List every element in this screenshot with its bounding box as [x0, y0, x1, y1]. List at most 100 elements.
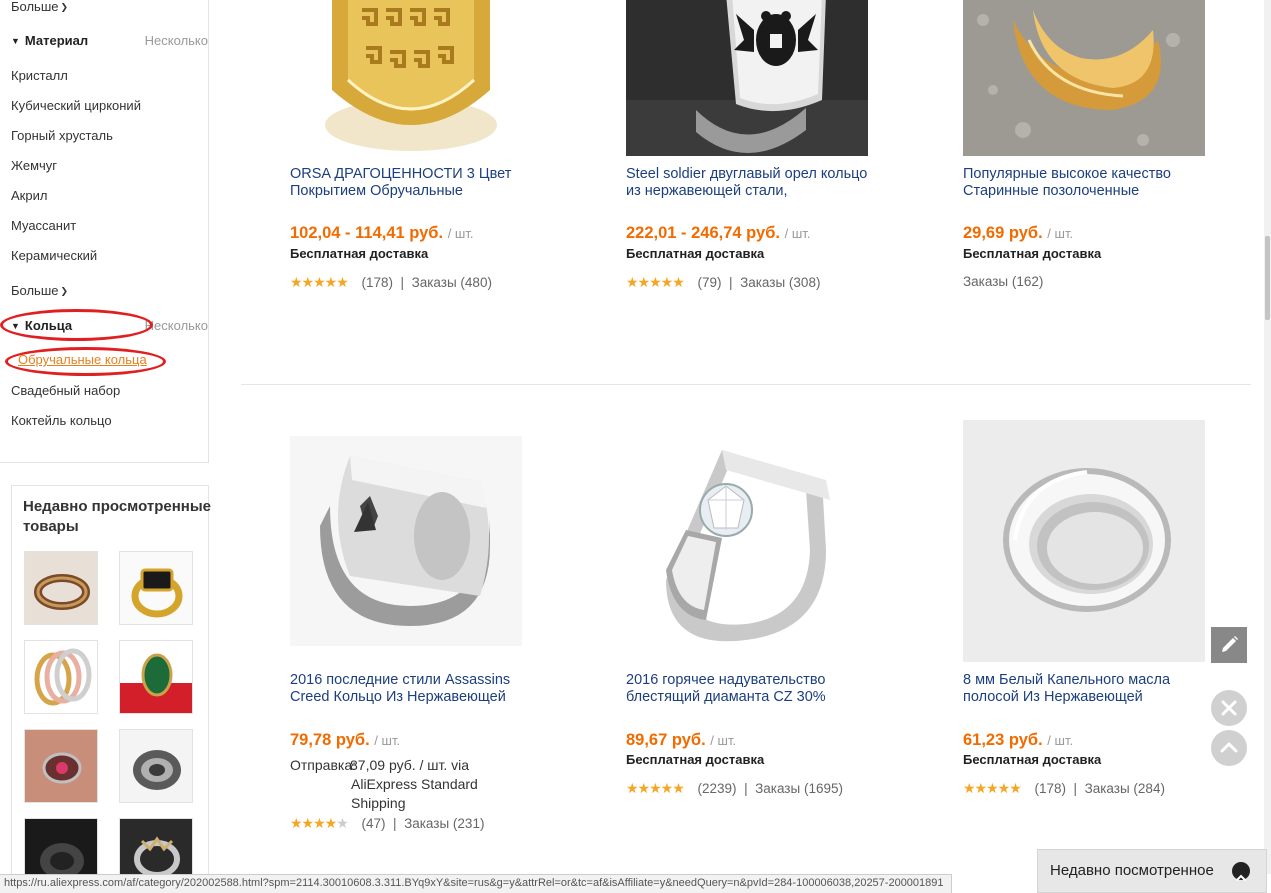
- product-image-4[interactable]: [290, 436, 522, 646]
- product-image-3[interactable]: [963, 0, 1205, 156]
- product-shipping-4: Отправка:87,09 руб. / шт. via: [290, 756, 475, 775]
- recent-thumb-3[interactable]: [24, 640, 98, 714]
- review-count[interactable]: (79): [698, 275, 722, 290]
- status-bar-url: https://ru.aliexpress.com/af/category/20…: [0, 874, 952, 893]
- close-button[interactable]: [1211, 690, 1247, 726]
- triangle-down-icon: ▼: [11, 321, 20, 331]
- product-title-3[interactable]: Популярные высокое качество Старинные по…: [963, 166, 1208, 200]
- product-price-2: 222,01 - 246,74 руб. / шт.: [626, 224, 810, 243]
- price-unit: / шт.: [1047, 733, 1074, 748]
- more-link-top[interactable]: Больше ❯: [11, 0, 68, 14]
- scrollbar-thumb[interactable]: [1265, 236, 1270, 320]
- product-shipping-5: Бесплатная доставка: [626, 752, 765, 767]
- filter-item-moissanite[interactable]: Муассанит: [11, 218, 76, 233]
- rating-stars: ★★★★★: [290, 274, 349, 290]
- filter-item-acrylic[interactable]: Акрил: [11, 188, 47, 203]
- chevron-up-icon: [1220, 742, 1238, 753]
- recent-thumb-6[interactable]: [119, 729, 193, 803]
- price-unit: / шт.: [784, 226, 811, 241]
- product-shipping-2: Бесплатная доставка: [626, 246, 765, 261]
- filter-item-rock-crystal[interactable]: Горный хрусталь: [11, 128, 113, 143]
- filter-item-wedding-rings[interactable]: Обручальные кольца: [18, 352, 147, 367]
- price-unit: / шт.: [374, 733, 401, 748]
- price-unit: / шт.: [1047, 226, 1074, 241]
- more-label: Больше: [11, 283, 59, 298]
- review-count[interactable]: (47): [362, 816, 386, 831]
- product-stats-6: ★★★★★ (178) | Заказы (284): [963, 780, 1165, 796]
- recent-thumb-5[interactable]: [24, 729, 98, 803]
- edit-feedback-button[interactable]: [1211, 627, 1247, 663]
- order-count: Заказы (162): [963, 274, 1044, 289]
- rating-stars: ★★★★★: [626, 274, 685, 290]
- product-title-6[interactable]: 8 мм Белый Капельного масла полосой Из Н…: [963, 672, 1208, 706]
- product-price-4: 79,78 руб. / шт.: [290, 731, 400, 750]
- product-stats-3: Заказы (162): [963, 274, 1043, 289]
- review-count[interactable]: (178): [362, 275, 394, 290]
- product-shipping-1: Бесплатная доставка: [290, 246, 429, 261]
- product-stats-2: ★★★★★ (79) | Заказы (308): [626, 274, 821, 290]
- price-value: 222,01 - 246,74 руб.: [626, 224, 780, 242]
- price-value: 29,69 руб.: [963, 224, 1043, 242]
- product-title-4[interactable]: 2016 последние стили Assassins Creed Кол…: [290, 672, 535, 706]
- order-count: Заказы (480): [411, 275, 492, 290]
- product-image-5[interactable]: [626, 420, 868, 662]
- more-label: Больше: [11, 0, 59, 14]
- filter-item-wedding-set[interactable]: Свадебный набор: [11, 383, 120, 398]
- shipping-cost: 87,09 руб. / шт. via: [350, 757, 470, 773]
- more-link-material[interactable]: Больше ❯: [11, 283, 68, 298]
- filter-group-material[interactable]: ▼ Материал Несколько: [11, 33, 208, 51]
- price-unit: / шт.: [447, 226, 474, 241]
- order-count: Заказы (308): [740, 275, 821, 290]
- back-to-top-button[interactable]: [1211, 730, 1247, 766]
- price-value: 61,23 руб.: [963, 731, 1043, 749]
- product-shipping-6: Бесплатная доставка: [963, 752, 1102, 767]
- product-stats-1: ★★★★★ (178) | Заказы (480): [290, 274, 492, 290]
- close-icon: [1221, 700, 1237, 716]
- page-scrollbar[interactable]: [1264, 0, 1271, 874]
- product-image-6[interactable]: [963, 420, 1205, 662]
- rating-stars: ★★★★★: [290, 815, 349, 831]
- recent-thumb-4[interactable]: [119, 640, 193, 714]
- order-count: Заказы (1695): [755, 781, 843, 796]
- chevron-down-icon: ❯: [60, 286, 69, 296]
- recent-thumb-1[interactable]: [24, 551, 98, 625]
- chevron-down-icon: ❯: [60, 2, 69, 12]
- product-title-5[interactable]: 2016 горячее надувательство блестящий ди…: [626, 672, 871, 706]
- filter-item-cocktail-ring[interactable]: Коктейль кольцо: [11, 413, 112, 428]
- product-stats-5: ★★★★★ (2239) | Заказы (1695): [626, 780, 843, 796]
- order-count: Заказы (284): [1084, 781, 1165, 796]
- filter-item-ceramic[interactable]: Керамический: [11, 248, 97, 263]
- product-price-6: 61,23 руб. / шт.: [963, 731, 1073, 750]
- recent-thumb-2[interactable]: [119, 551, 193, 625]
- product-title-1[interactable]: ORSA ДРАГОЦЕННОСТИ 3 Цвет Покрытием Обру…: [290, 166, 535, 200]
- product-title-2[interactable]: Steel soldier двуглавый орел кольцо из н…: [626, 166, 871, 200]
- filter-group-title: Кольца: [24, 318, 73, 333]
- product-image-1[interactable]: [290, 0, 532, 156]
- chevron-up-circle-icon: [1232, 862, 1250, 881]
- filter-group-title: Материал: [24, 33, 89, 48]
- rating-stars: ★★★★★: [626, 780, 685, 796]
- filter-item-cubic-zirconia[interactable]: Кубический цирконий: [11, 98, 141, 113]
- filter-item-crystal[interactable]: Кристалл: [11, 68, 68, 83]
- filter-group-rings[interactable]: ▼ Кольца Несколько: [11, 318, 208, 336]
- review-count[interactable]: (2239): [698, 781, 737, 796]
- recently-viewed-tab-label: Недавно посмотренное: [1050, 862, 1214, 879]
- product-price-5: 89,67 руб. / шт.: [626, 731, 736, 750]
- product-stats-4: ★★★★★ (47) | Заказы (231): [290, 815, 485, 831]
- filter-item-pearl[interactable]: Жемчуг: [11, 158, 57, 173]
- recently-viewed-title: Недавно просмотренные товары: [23, 498, 211, 535]
- multi-select-toggle[interactable]: Несколько: [145, 33, 208, 48]
- price-value: 79,78 руб.: [290, 731, 370, 749]
- price-value: 102,04 - 114,41 руб.: [290, 224, 444, 242]
- product-image-2[interactable]: [626, 0, 868, 156]
- triangle-down-icon: ▼: [11, 36, 20, 46]
- multi-select-toggle[interactable]: Несколько: [145, 318, 208, 333]
- sidebar-filters: Больше ❯ ▼ Материал Несколько Кристалл Куб…: [0, 0, 209, 463]
- product-shipping-3: Бесплатная доставка: [963, 246, 1102, 261]
- order-count: Заказы (231): [404, 816, 485, 831]
- recently-viewed-tab[interactable]: Недавно посмотренное: [1037, 849, 1267, 893]
- review-count[interactable]: (178): [1035, 781, 1067, 796]
- product-price-3: 29,69 руб. / шт.: [963, 224, 1073, 243]
- product-price-1: 102,04 - 114,41 руб. / шт.: [290, 224, 473, 243]
- rating-stars: ★★★★★: [963, 780, 1022, 796]
